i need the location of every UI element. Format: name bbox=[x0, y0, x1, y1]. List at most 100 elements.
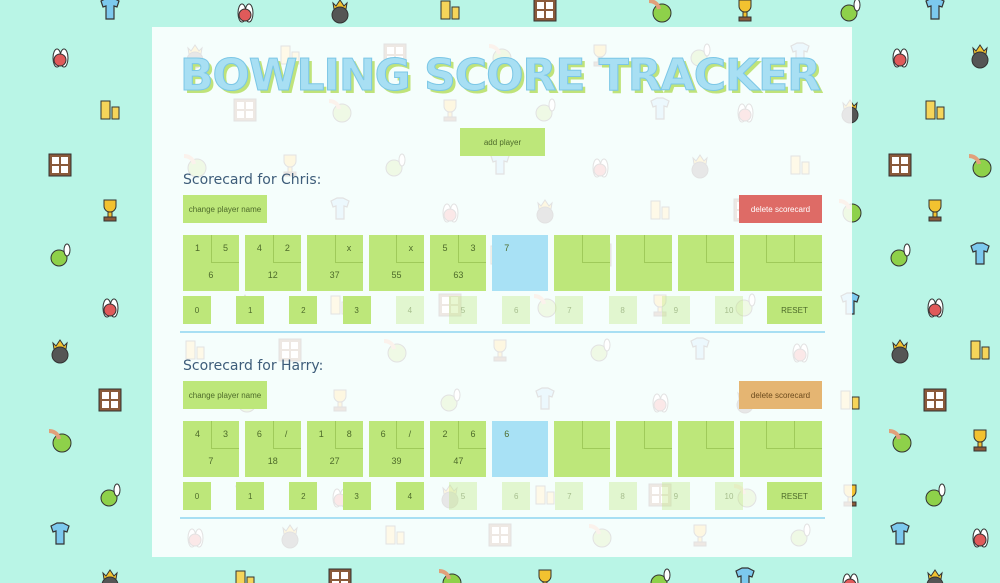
frame-1: 1 5 6 bbox=[183, 235, 239, 291]
shoe-shelf-icon bbox=[920, 385, 950, 415]
roll-1: 6 bbox=[380, 429, 386, 439]
beer-glasses-icon bbox=[965, 335, 995, 365]
roll-2: x bbox=[408, 243, 414, 253]
roll-box bbox=[705, 235, 734, 263]
hand-bowling-ball-icon bbox=[645, 0, 675, 25]
pin-button-1[interactable]: 1 bbox=[236, 296, 265, 324]
pin-button-3[interactable]: 3 bbox=[342, 296, 371, 324]
trophy-icon bbox=[965, 425, 995, 455]
polo-shirt-icon bbox=[965, 240, 995, 270]
pin-button-7[interactable]: 7 bbox=[555, 296, 584, 324]
frame-8 bbox=[616, 235, 672, 291]
crowned-bowling-ball-icon bbox=[45, 335, 75, 365]
pin-button-10[interactable]: 10 bbox=[715, 482, 743, 510]
frame-3: 1 8 27 bbox=[306, 421, 363, 477]
pin-button-1[interactable]: 1 bbox=[236, 482, 265, 510]
roll-box bbox=[582, 235, 611, 263]
frame-6: 7 bbox=[492, 235, 549, 291]
trophy-icon bbox=[920, 195, 950, 225]
polo-shirt-icon bbox=[885, 520, 915, 550]
roll-box bbox=[705, 421, 734, 449]
frames-row: 4 3 7 6/18 1 8 27 6/39 2 6 47 6 bbox=[183, 421, 823, 477]
delete-scorecard-button[interactable]: delete scorecard bbox=[739, 381, 822, 409]
bowling-pins-icon bbox=[230, 0, 260, 25]
add-player-button[interactable]: add player bbox=[460, 128, 545, 156]
roll-box bbox=[794, 421, 823, 449]
bowling-strike-icon bbox=[45, 240, 75, 270]
pin-button-4[interactable]: 4 bbox=[395, 296, 424, 324]
roll-1: 1 bbox=[318, 429, 324, 439]
frame-total: 18 bbox=[267, 456, 278, 466]
pin-button-10[interactable]: 10 bbox=[715, 296, 743, 324]
trophy-icon bbox=[95, 195, 125, 225]
pin-button-3[interactable]: 3 bbox=[342, 482, 371, 510]
roll-box bbox=[582, 421, 611, 449]
change-player-name-button[interactable]: change player name bbox=[183, 381, 267, 409]
pin-button-6[interactable]: 6 bbox=[502, 296, 531, 324]
pin-button-2[interactable]: 2 bbox=[289, 296, 318, 324]
frame-9 bbox=[677, 235, 734, 291]
frame-7 bbox=[554, 421, 611, 477]
frame-8 bbox=[616, 421, 672, 477]
crowned-bowling-ball-icon bbox=[325, 0, 355, 25]
frame-total: 27 bbox=[329, 456, 340, 466]
pin-button-7[interactable]: 7 bbox=[555, 482, 584, 510]
pin-button-9[interactable]: 9 bbox=[661, 296, 690, 324]
hand-bowling-ball-icon bbox=[435, 565, 465, 583]
scorecard-divider bbox=[180, 331, 825, 333]
bowling-strike-icon bbox=[645, 565, 675, 583]
bowling-pins-icon bbox=[835, 565, 865, 583]
pin-button-2[interactable]: 2 bbox=[289, 482, 318, 510]
polo-shirt-icon bbox=[920, 0, 950, 25]
roll-2: 6 bbox=[470, 429, 476, 439]
frame-total: 12 bbox=[267, 270, 278, 280]
pin-button-0[interactable]: 0 bbox=[183, 296, 211, 324]
bowling-pins-icon bbox=[920, 290, 950, 320]
roll-1: 1 bbox=[195, 243, 201, 253]
roll-box bbox=[643, 235, 672, 263]
polo-shirt-icon bbox=[95, 0, 125, 25]
pin-button-5[interactable]: 5 bbox=[449, 482, 477, 510]
frame-total: 55 bbox=[391, 270, 402, 280]
beer-glasses-icon bbox=[230, 565, 260, 583]
pin-button-9[interactable]: 9 bbox=[661, 482, 690, 510]
change-player-name-button[interactable]: change player name bbox=[183, 195, 267, 223]
roll-1: 5 bbox=[442, 243, 448, 253]
frame-2: 4 2 12 bbox=[244, 235, 301, 291]
frame-total: 39 bbox=[391, 456, 402, 466]
frame-5: 5 3 63 bbox=[430, 235, 487, 291]
roll-2: 3 bbox=[470, 243, 476, 253]
frame-4: x 55 bbox=[368, 235, 425, 291]
frame-5: 2 6 47 bbox=[430, 421, 487, 477]
pin-button-0[interactable]: 0 bbox=[183, 482, 211, 510]
frame-2: 6 / 18 bbox=[244, 421, 301, 477]
hand-bowling-ball-icon bbox=[965, 150, 995, 180]
reset-button[interactable]: RESET bbox=[767, 482, 822, 510]
pin-button-4[interactable]: 4 bbox=[395, 482, 424, 510]
frame-total: 63 bbox=[453, 270, 464, 280]
reset-button[interactable]: RESET bbox=[767, 296, 822, 324]
shoe-shelf-icon bbox=[530, 0, 560, 25]
crowned-bowling-ball-icon bbox=[920, 565, 950, 583]
frame-total: 7 bbox=[208, 456, 214, 466]
pin-button-5[interactable]: 5 bbox=[449, 296, 477, 324]
pin-button-6[interactable]: 6 bbox=[502, 482, 531, 510]
pin-button-8[interactable]: 8 bbox=[608, 296, 637, 324]
roll-1: 6 bbox=[504, 429, 510, 439]
roll-2: 5 bbox=[223, 243, 229, 253]
polo-shirt-icon bbox=[45, 520, 75, 550]
delete-scorecard-button[interactable]: delete scorecard bbox=[739, 195, 822, 223]
scorecard-divider bbox=[180, 517, 825, 519]
pin-button-8[interactable]: 8 bbox=[608, 482, 637, 510]
roll-1: 6 bbox=[256, 429, 262, 439]
frame-6: 6 bbox=[492, 421, 549, 477]
frame-7 bbox=[554, 235, 611, 291]
bowling-pins-icon bbox=[95, 290, 125, 320]
roll-2: 3 bbox=[223, 429, 229, 439]
beer-glasses-icon bbox=[435, 0, 465, 25]
shoe-shelf-icon bbox=[95, 385, 125, 415]
crowned-bowling-ball-icon bbox=[95, 565, 125, 583]
frame-3: x 37 bbox=[306, 235, 363, 291]
frame-total: 6 bbox=[208, 270, 214, 280]
pin-buttons-row: 0 1 2 3 4 5 6 7 8 9 10 RESET bbox=[183, 296, 822, 324]
